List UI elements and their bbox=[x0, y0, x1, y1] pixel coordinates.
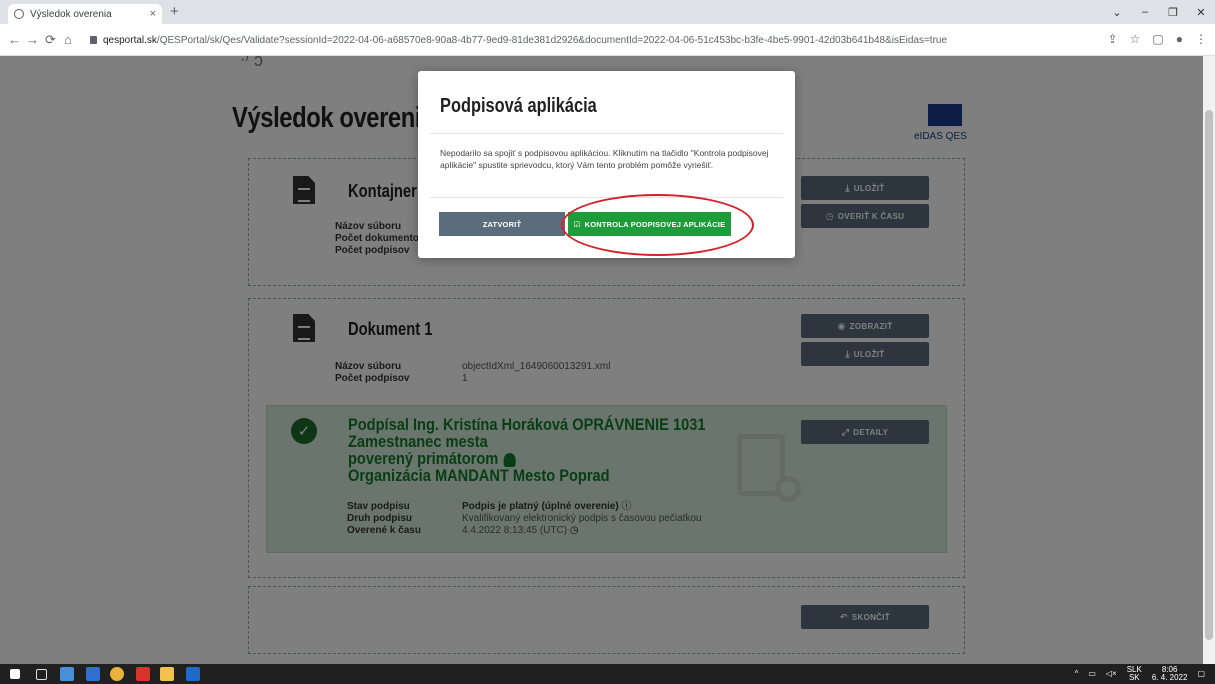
lock-icon bbox=[90, 36, 97, 44]
bookmark-star-icon[interactable]: ☆ bbox=[1130, 32, 1141, 46]
page-scrollbar[interactable] bbox=[1203, 56, 1215, 664]
back-icon[interactable]: ← bbox=[8, 32, 21, 47]
tab-title: Výsledok overenia bbox=[30, 8, 112, 20]
tray-chevron-icon[interactable]: ^ bbox=[1075, 670, 1079, 678]
url-field[interactable]: qesportal.sk/QESPortal/sk/Qes/Validate?s… bbox=[84, 28, 1184, 52]
window-controls: ⌄ – ❐ ✕ bbox=[1103, 0, 1215, 24]
modal-title: Podpisová aplikácia bbox=[440, 95, 597, 117]
address-bar: ← → ⟳ ⌂ qesportal.sk/QESPortal/sk/Qes/Va… bbox=[0, 24, 1215, 56]
modal-divider bbox=[430, 133, 783, 134]
network-icon[interactable]: ▭ bbox=[1088, 670, 1096, 678]
sidepanel-icon[interactable]: ▢ bbox=[1152, 32, 1163, 46]
notifications-icon[interactable]: ▢ bbox=[1197, 670, 1205, 678]
restore-icon[interactable]: ❐ bbox=[1159, 0, 1187, 24]
highlight-ellipse bbox=[561, 194, 754, 256]
share-icon[interactable]: ⇪ bbox=[1108, 32, 1118, 46]
modal-message: Nepodarilo sa spojiť s podpisovou apliká… bbox=[440, 148, 769, 170]
browser-tab-bar: Výsledok overenia × + ⌄ – ❐ ✕ bbox=[0, 0, 1215, 24]
system-tray: ^ ▭ ◁× SLK SK 8:06 6. 4. 2022 ▢ bbox=[1075, 666, 1205, 682]
explorer-app-icon[interactable] bbox=[60, 667, 74, 681]
url-host: qesportal.sk bbox=[103, 34, 157, 46]
profile-icon[interactable]: ● bbox=[1176, 32, 1183, 46]
menu-icon[interactable]: ⋮ bbox=[1195, 32, 1207, 46]
tab-close-icon[interactable]: × bbox=[150, 8, 156, 20]
outlook-icon[interactable] bbox=[186, 667, 200, 681]
minimize-icon[interactable]: – bbox=[1131, 0, 1159, 24]
language-indicator[interactable]: SLK SK bbox=[1127, 666, 1142, 682]
modal-close-button[interactable]: ZATVORIŤ bbox=[439, 212, 565, 236]
toolbar-right: ⇪ ☆ ▢ ● ⋮ bbox=[1108, 32, 1207, 46]
close-window-icon[interactable]: ✕ bbox=[1187, 0, 1215, 24]
browser-tab[interactable]: Výsledok overenia × bbox=[8, 4, 162, 24]
pdf-reader-icon[interactable] bbox=[136, 667, 150, 681]
volume-icon[interactable]: ◁× bbox=[1106, 670, 1117, 678]
home-icon[interactable]: ⌂ bbox=[64, 32, 72, 47]
tab-search-icon[interactable]: ⌄ bbox=[1103, 0, 1131, 24]
file-explorer-icon[interactable] bbox=[160, 667, 174, 681]
chrome-icon[interactable] bbox=[110, 667, 124, 681]
task-view-icon[interactable] bbox=[36, 669, 47, 680]
clock-date: 6. 4. 2022 bbox=[1151, 673, 1188, 682]
clock[interactable]: 8:06 6. 4. 2022 bbox=[1152, 666, 1188, 682]
tab-favicon-icon bbox=[14, 9, 24, 19]
lang-bottom: SK bbox=[1128, 673, 1140, 682]
save-app-icon[interactable] bbox=[86, 667, 100, 681]
new-tab-button[interactable]: + bbox=[170, 3, 179, 20]
forward-icon[interactable]: → bbox=[26, 32, 39, 47]
url-path: /QESPortal/sk/Qes/Validate?sessionId=202… bbox=[156, 34, 948, 46]
windows-taskbar: ^ ▭ ◁× SLK SK 8:06 6. 4. 2022 ▢ bbox=[0, 664, 1215, 684]
reload-icon[interactable]: ⟳ bbox=[45, 32, 56, 48]
windows-start-icon[interactable] bbox=[10, 669, 20, 679]
scroll-thumb[interactable] bbox=[1205, 110, 1213, 640]
